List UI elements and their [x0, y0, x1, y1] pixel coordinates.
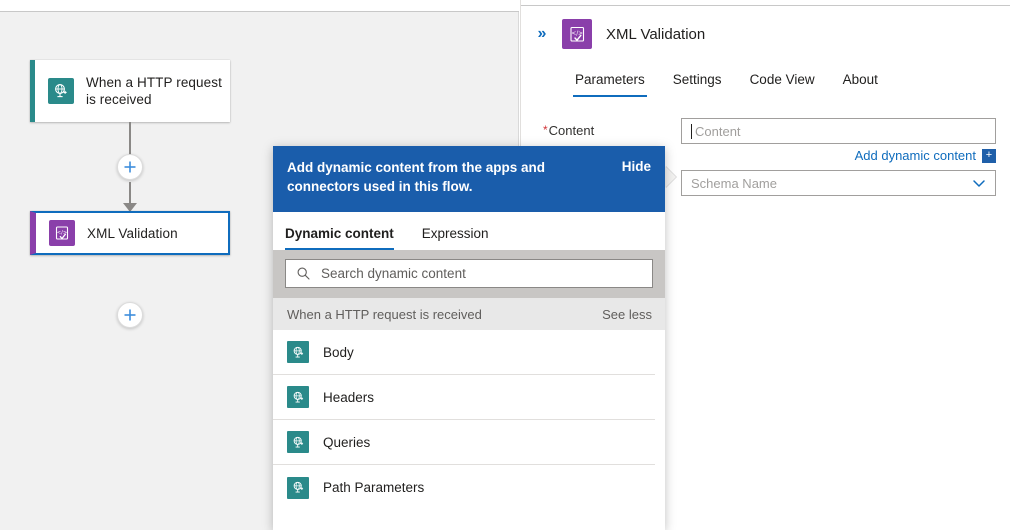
- tab-code-view[interactable]: Code View: [736, 66, 829, 97]
- tab-expression[interactable]: Expression: [422, 226, 503, 250]
- flyout-banner-text: Add dynamic content from the apps and co…: [287, 158, 577, 196]
- list-item-label: Body: [323, 345, 354, 360]
- tab-settings[interactable]: Settings: [659, 66, 736, 97]
- content-input[interactable]: Content: [681, 118, 996, 144]
- search-icon: [296, 266, 311, 281]
- add-dynamic-content-link[interactable]: Add dynamic content: [855, 148, 976, 163]
- http-request-icon: [48, 78, 74, 104]
- group-title: When a HTTP request is received: [287, 307, 482, 322]
- add-step-button-between[interactable]: [117, 154, 143, 180]
- add-dynamic-content-row: Add dynamic content +: [681, 148, 996, 163]
- panel-tab-list: Parameters Settings Code View About: [561, 66, 892, 97]
- list-item[interactable]: Queries: [273, 420, 655, 465]
- http-request-icon: [287, 341, 309, 363]
- add-dynamic-content-plus-icon[interactable]: +: [982, 149, 996, 163]
- flyout-tab-list: Dynamic content Expression: [273, 212, 665, 250]
- workflow-node-label: When a HTTP request is received: [86, 74, 226, 108]
- content-input-placeholder: Content: [695, 124, 741, 139]
- list-item[interactable]: Path Parameters: [273, 465, 655, 510]
- list-item-label: Headers: [323, 390, 374, 405]
- workflow-node-label: XML Validation: [87, 225, 178, 242]
- tab-parameters[interactable]: Parameters: [561, 66, 659, 97]
- http-request-icon: [287, 386, 309, 408]
- connector-segment-top: [129, 122, 131, 158]
- canvas-top-bar: [0, 6, 519, 12]
- list-item[interactable]: Headers: [273, 375, 655, 420]
- svg-text:</>: </>: [56, 230, 66, 236]
- tab-dynamic-content[interactable]: Dynamic content: [285, 226, 408, 250]
- collapse-panel-icon[interactable]: »: [529, 25, 553, 43]
- workflow-designer-screen: When a HTTP request is received </> XML …: [0, 0, 1010, 530]
- list-item[interactable]: Body: [273, 330, 655, 375]
- xml-validation-icon: </>: [562, 19, 592, 49]
- xml-validation-icon: </>: [49, 220, 75, 246]
- plus-icon: [123, 308, 137, 322]
- flyout-pointer-icon: [665, 166, 676, 188]
- list-item-label: Path Parameters: [323, 480, 424, 495]
- panel-header: » </> XML Validation: [521, 10, 1010, 58]
- content-field-label: *Content: [543, 123, 594, 138]
- workflow-node-xml-validation[interactable]: </> XML Validation: [30, 211, 230, 255]
- schema-name-placeholder: Schema Name: [691, 176, 777, 191]
- content-label-text: Content: [549, 123, 595, 138]
- add-step-button-append[interactable]: [117, 302, 143, 328]
- http-request-icon: [287, 431, 309, 453]
- chevron-down-icon: [971, 175, 987, 191]
- required-marker: *: [543, 123, 548, 137]
- dynamic-content-list: Body Headers: [273, 330, 665, 510]
- schema-name-dropdown[interactable]: Schema Name: [681, 170, 996, 196]
- http-request-icon: [287, 477, 309, 499]
- dynamic-content-flyout: Add dynamic content from the apps and co…: [273, 146, 665, 530]
- text-caret: [691, 124, 692, 139]
- search-input[interactable]: Search dynamic content: [285, 259, 653, 288]
- page-title: XML Validation: [606, 26, 705, 43]
- panel-top-bar: [521, 0, 1010, 6]
- hide-flyout-button[interactable]: Hide: [622, 159, 651, 174]
- dynamic-content-group-header: When a HTTP request is received See less: [273, 298, 665, 330]
- workflow-node-trigger[interactable]: When a HTTP request is received: [30, 60, 230, 122]
- plus-icon: [123, 160, 137, 174]
- search-input-placeholder: Search dynamic content: [321, 266, 466, 281]
- flyout-banner: Add dynamic content from the apps and co…: [273, 146, 665, 212]
- tab-about[interactable]: About: [829, 66, 892, 97]
- list-item-label: Queries: [323, 435, 370, 450]
- see-less-toggle[interactable]: See less: [602, 307, 652, 322]
- svg-text:</>: </>: [571, 31, 583, 37]
- search-area: Search dynamic content: [273, 250, 665, 298]
